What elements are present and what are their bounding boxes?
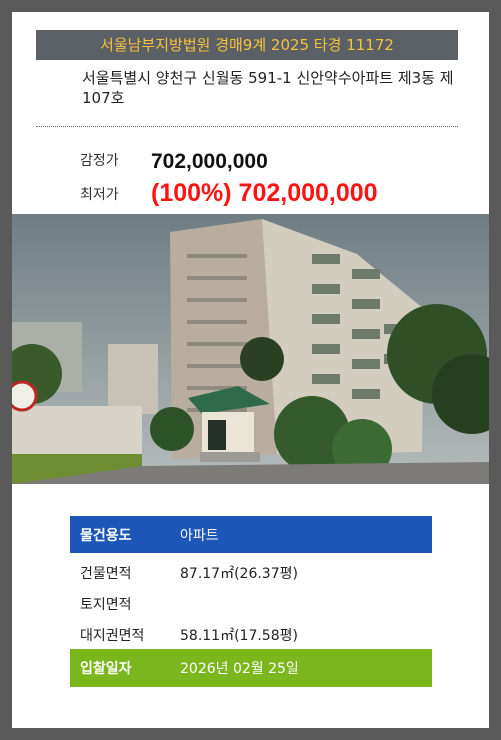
building-area-label: 건물면적	[80, 566, 132, 582]
bid-date-value: 2026년 02월 25일	[180, 661, 299, 677]
property-photo	[12, 214, 489, 484]
building-area-row: 건물면적 87.17㎡(26.37평)	[70, 557, 432, 589]
land-right-row: 대지권면적 58.11㎡(17.58평)	[70, 619, 432, 651]
bid-date-label: 입찰일자	[80, 661, 132, 677]
minimum-value: (100%) 702,000,000	[151, 179, 378, 207]
land-right-value: 58.11㎡(17.58평)	[180, 628, 298, 644]
land-area-label: 토지면적	[80, 597, 132, 613]
use-row: 물건용도 아파트	[70, 516, 432, 553]
appraisal-price-row: 감정가 702,000,000	[80, 144, 268, 174]
property-address: 서울특별시 양천구 신월동 591-1 신안약수아파트 제3동 제107호	[82, 69, 454, 107]
use-label: 물건용도	[80, 527, 132, 544]
case-title: 서울남부지방법원 경매9계 2025 타경 11172	[36, 30, 458, 60]
building-area-value: 87.17㎡(26.37평)	[180, 566, 298, 582]
minimum-label: 최저가	[80, 187, 119, 203]
appraisal-label: 감정가	[80, 153, 119, 169]
land-right-label: 대지권면적	[80, 628, 145, 644]
minimum-price-row: 최저가 (100%) 702,000,000	[80, 178, 378, 208]
auction-card: 서울남부지방법원 경매9계 2025 타경 11172 서울특별시 양천구 신월…	[12, 12, 489, 728]
bid-date-row: 입찰일자 2026년 02월 25일	[70, 649, 432, 687]
appraisal-value: 702,000,000	[151, 150, 268, 173]
dotted-divider	[36, 126, 458, 127]
land-area-row: 토지면적	[70, 588, 432, 620]
use-value: 아파트	[180, 527, 219, 544]
